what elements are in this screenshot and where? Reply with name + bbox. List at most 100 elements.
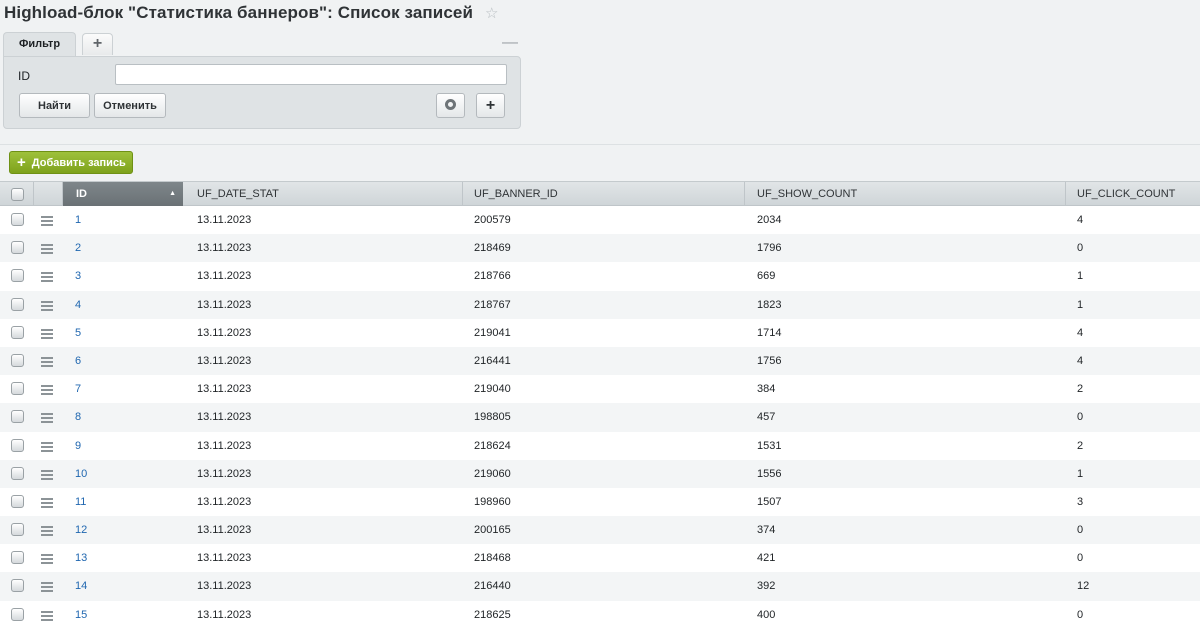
cell-id[interactable]: 6 (75, 347, 81, 375)
table-row[interactable]: 12 13.11.2023 200165 374 0 (0, 516, 1200, 545)
cell-id[interactable]: 2 (75, 234, 81, 262)
row-menu-icon[interactable] (41, 441, 53, 454)
row-checkbox[interactable] (11, 523, 24, 537)
cell-id[interactable]: 7 (75, 375, 81, 403)
cell-uf-date-stat: 13.11.2023 (197, 552, 252, 565)
page-title: Highload-блок "Статистика баннеров": Спи… (4, 3, 473, 22)
column-header-uf-date-stat[interactable]: UF_DATE_STAT (197, 182, 457, 206)
grid-body: 1 13.11.2023 200579 2034 4 2 13.11.2023 218469 1… (0, 206, 1200, 628)
column-header-uf-show-count[interactable]: UF_SHOW_COUNT (757, 182, 1057, 206)
filter-id-input[interactable] (115, 64, 507, 85)
row-menu-icon[interactable] (41, 356, 53, 369)
row-menu-icon[interactable] (41, 497, 53, 510)
cell-uf-banner-id: 198960 (474, 495, 511, 508)
table-row[interactable]: 10 13.11.2023 219060 1556 1 (0, 459, 1200, 488)
cell-id[interactable]: 12 (75, 516, 87, 544)
cell-id[interactable]: 1 (75, 206, 81, 234)
table-row[interactable]: 2 13.11.2023 218469 1796 0 (0, 234, 1200, 263)
data-grid: ID ▲ UF_DATE_STAT UF_BANNER_ID UF_SHOW_C… (0, 181, 1200, 628)
row-menu-icon[interactable] (41, 272, 53, 284)
row-menu-icon[interactable] (41, 582, 53, 594)
cell-id[interactable]: 9 (75, 432, 81, 460)
cell-uf-click-count: 0 (1077, 552, 1084, 565)
cell-uf-banner-id: 218767 (474, 298, 511, 311)
cell-id[interactable]: 14 (75, 572, 87, 600)
row-checkbox[interactable] (11, 410, 24, 424)
filter-field-label: ID (18, 69, 30, 83)
cell-uf-click-count: 0 (1077, 524, 1084, 537)
cell-id[interactable]: 13 (75, 544, 87, 572)
row-menu-icon[interactable] (41, 526, 53, 538)
row-menu-icon[interactable] (41, 216, 53, 228)
row-checkbox[interactable] (11, 297, 24, 311)
cell-id[interactable]: 11 (75, 488, 86, 516)
row-checkbox[interactable] (11, 353, 24, 367)
row-checkbox[interactable] (11, 213, 24, 226)
cell-uf-click-count: 1 (1077, 270, 1084, 283)
row-checkbox[interactable] (11, 551, 24, 565)
cell-id[interactable]: 5 (75, 319, 81, 347)
table-row[interactable]: 7 13.11.2023 219040 384 2 (0, 375, 1200, 404)
add-filter-field-button[interactable]: + (476, 93, 505, 118)
cell-uf-date-stat: 13.11.2023 (197, 214, 252, 226)
table-row[interactable]: 5 13.11.2023 219041 1714 4 (0, 318, 1200, 347)
table-row[interactable]: 15 13.11.2023 218625 400 0 (0, 600, 1200, 628)
select-all-checkbox[interactable] (11, 188, 24, 201)
cell-uf-date-stat: 13.11.2023 (197, 467, 252, 480)
row-checkbox[interactable] (11, 438, 24, 452)
cell-uf-date-stat: 13.11.2023 (197, 580, 252, 593)
row-checkbox[interactable] (11, 607, 24, 621)
row-menu-icon[interactable] (41, 469, 53, 482)
column-header-uf-click-count[interactable]: UF_CLICK_COUNT (1077, 182, 1200, 206)
row-menu-icon[interactable] (41, 610, 53, 623)
cell-uf-show-count: 457 (757, 411, 776, 424)
row-checkbox[interactable] (11, 382, 24, 396)
cell-id[interactable]: 15 (75, 601, 87, 628)
row-menu-icon[interactable] (41, 244, 53, 256)
table-row[interactable]: 3 13.11.2023 218766 669 1 (0, 262, 1200, 291)
cell-id[interactable]: 8 (75, 403, 81, 431)
cell-uf-show-count: 421 (757, 552, 776, 565)
row-menu-icon[interactable] (41, 554, 53, 566)
cell-id[interactable]: 3 (75, 262, 81, 290)
cell-uf-show-count: 2034 (757, 214, 782, 226)
filter-collapse-icon[interactable]: — (502, 35, 518, 51)
cell-uf-click-count: 0 (1077, 242, 1084, 255)
row-menu-icon[interactable] (41, 328, 53, 341)
table-row[interactable]: 9 13.11.2023 218624 1531 2 (0, 431, 1200, 460)
table-row[interactable]: 1 13.11.2023 200579 2034 4 (0, 206, 1200, 235)
cancel-button[interactable]: Отменить (94, 93, 166, 118)
table-row[interactable]: 4 13.11.2023 218767 1823 1 (0, 290, 1200, 319)
filter-settings-button[interactable] (436, 93, 465, 118)
cell-uf-date-stat: 13.11.2023 (197, 524, 252, 537)
column-header-id[interactable]: ID ▲ (63, 182, 183, 206)
tab-filter[interactable]: Фильтр (3, 32, 77, 56)
cell-uf-banner-id: 218468 (474, 552, 511, 565)
row-menu-icon[interactable] (41, 413, 53, 425)
column-divider (462, 182, 463, 206)
table-row[interactable]: 6 13.11.2023 216441 1756 4 (0, 346, 1200, 376)
row-checkbox[interactable] (11, 579, 24, 593)
row-checkbox[interactable] (11, 494, 24, 508)
cell-uf-banner-id: 216441 (474, 354, 511, 367)
column-header-uf-banner-id[interactable]: UF_BANNER_ID (474, 182, 734, 206)
cell-id[interactable]: 10 (75, 460, 87, 488)
cell-id[interactable]: 4 (75, 291, 81, 319)
row-checkbox[interactable] (11, 325, 24, 339)
add-filter-tab-button[interactable]: + (82, 33, 114, 55)
add-record-button[interactable]: + Добавить запись (9, 151, 133, 174)
row-checkbox[interactable] (11, 241, 24, 255)
table-row[interactable]: 11 13.11.2023 198960 1507 3 (0, 487, 1200, 517)
find-button[interactable]: Найти (19, 93, 90, 118)
table-row[interactable]: 14 13.11.2023 216440 392 12 (0, 572, 1200, 601)
table-row[interactable]: 8 13.11.2023 198805 457 0 (0, 403, 1200, 432)
cell-uf-banner-id: 219040 (474, 383, 511, 396)
star-icon[interactable]: ☆ (485, 4, 498, 22)
row-menu-icon[interactable] (41, 300, 53, 313)
table-row[interactable]: 13 13.11.2023 218468 421 0 (0, 544, 1200, 573)
cell-uf-date-stat: 13.11.2023 (197, 495, 252, 508)
cell-uf-show-count: 384 (757, 383, 776, 396)
row-checkbox[interactable] (11, 466, 24, 480)
row-checkbox[interactable] (11, 269, 24, 283)
row-menu-icon[interactable] (41, 385, 53, 397)
